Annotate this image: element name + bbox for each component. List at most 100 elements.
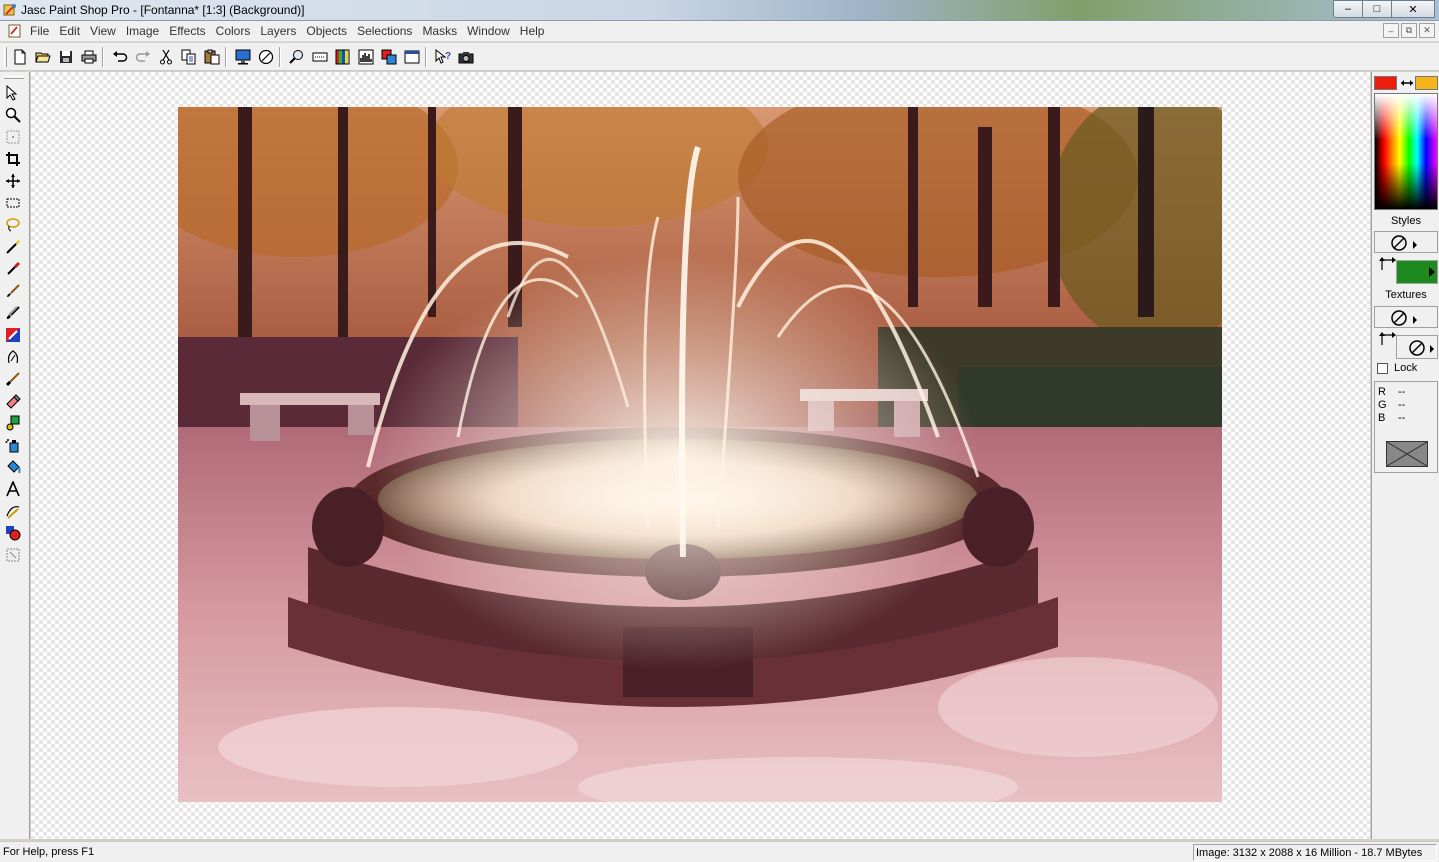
- rgb-row-b: B --: [1378, 412, 1405, 425]
- deform-tool[interactable]: [4, 128, 22, 146]
- background-color-swatch[interactable]: [1415, 76, 1438, 90]
- swap-textures-button[interactable]: [1378, 331, 1396, 347]
- text-tool[interactable]: [4, 480, 22, 498]
- clone-brush-tool[interactable]: [4, 304, 22, 322]
- retouch-icon: [7, 350, 19, 364]
- picture-tube-tool[interactable]: [4, 414, 22, 432]
- eraser-tool[interactable]: [4, 392, 22, 410]
- zoom-tool[interactable]: [4, 106, 22, 124]
- main-toolbar: ?: [0, 43, 1439, 71]
- menu-image[interactable]: Image: [126, 24, 167, 38]
- menu-layers[interactable]: Layers: [260, 24, 304, 38]
- preset-shapes-tool[interactable]: [4, 524, 22, 542]
- styles-label: Styles: [1391, 215, 1421, 227]
- airbrush-tool[interactable]: [4, 436, 22, 454]
- swap-corner-icon: [1379, 332, 1396, 345]
- color-picker-spectrum[interactable]: [1374, 93, 1438, 210]
- svg-text:?: ?: [445, 51, 451, 62]
- close-button[interactable]: ✕: [1391, 0, 1435, 18]
- menu-masks[interactable]: Masks: [422, 24, 465, 38]
- foreground-style-button[interactable]: [1374, 231, 1438, 253]
- background-texture-button[interactable]: [1396, 335, 1438, 359]
- menu-selections[interactable]: Selections: [357, 24, 420, 38]
- draw-icon: [6, 506, 20, 519]
- help-button[interactable]: ?: [433, 47, 453, 67]
- fountain-photo[interactable]: [178, 107, 1222, 802]
- paste-button[interactable]: [202, 47, 222, 67]
- menu-effects[interactable]: Effects: [169, 24, 213, 38]
- full-screen-preview-icon: [235, 49, 251, 65]
- channel-label: R: [1378, 386, 1386, 398]
- magic-wand-tool[interactable]: [4, 238, 22, 256]
- draw-tool[interactable]: [4, 502, 22, 520]
- print-icon: [81, 50, 97, 64]
- picture-tube-icon: [6, 415, 20, 431]
- color-palette-button[interactable]: [333, 47, 353, 67]
- lock-checkbox[interactable]: [1377, 363, 1388, 374]
- save-button[interactable]: [56, 47, 76, 67]
- print-button[interactable]: [79, 47, 99, 67]
- swap-styles-button[interactable]: [1378, 256, 1396, 272]
- foreground-color-swatch[interactable]: [1374, 76, 1397, 90]
- no-color-icon: [1387, 442, 1427, 466]
- normal-viewing-button[interactable]: [256, 47, 276, 67]
- crop-tool[interactable]: [4, 150, 22, 168]
- menu-objects[interactable]: Objects: [306, 24, 355, 38]
- toolbar-grip[interactable]: [4, 47, 7, 67]
- tool-options-button[interactable]: [402, 47, 422, 67]
- current-color-preview: [1386, 441, 1428, 467]
- menu-edit[interactable]: Edit: [59, 24, 88, 38]
- mover-tool[interactable]: [4, 172, 22, 190]
- toolbar-button[interactable]: [310, 47, 330, 67]
- menu-colors[interactable]: Colors: [216, 24, 259, 38]
- menu-help[interactable]: Help: [520, 24, 553, 38]
- camera-button[interactable]: [456, 47, 476, 67]
- maximize-button[interactable]: □: [1362, 0, 1392, 18]
- redo-button[interactable]: [133, 47, 153, 67]
- undo-icon: [113, 51, 128, 62]
- scratch-remover-icon: [5, 372, 20, 387]
- histogram-button[interactable]: [356, 47, 376, 67]
- menu-window[interactable]: Window: [467, 24, 518, 38]
- copy-button[interactable]: [179, 47, 199, 67]
- undo-button[interactable]: [110, 47, 130, 67]
- document-minimize-button[interactable]: –: [1383, 23, 1399, 38]
- color-replacer-tool[interactable]: [4, 326, 22, 344]
- scratch-remover-tool[interactable]: [4, 370, 22, 388]
- freehand-tool[interactable]: [4, 216, 22, 234]
- open-button[interactable]: [33, 47, 53, 67]
- channel-label: B: [1378, 412, 1386, 424]
- swap-colors-button[interactable]: [1399, 76, 1415, 90]
- foreground-texture-button[interactable]: [1374, 306, 1438, 328]
- document-close-button[interactable]: ✕: [1419, 23, 1435, 38]
- document-icon[interactable]: [8, 24, 22, 38]
- dropper-tool[interactable]: [4, 260, 22, 278]
- background-style-button[interactable]: [1396, 260, 1438, 284]
- toolbar-separator: [279, 47, 281, 67]
- object-selector-tool[interactable]: [4, 546, 22, 564]
- arrow-tool[interactable]: [4, 84, 22, 102]
- lock-label: Lock: [1394, 362, 1418, 374]
- menu-file[interactable]: File: [30, 24, 57, 38]
- tool-palette-grip[interactable]: [4, 76, 24, 79]
- retouch-tool[interactable]: [4, 348, 22, 366]
- paste-icon: [204, 49, 220, 65]
- canvas-area[interactable]: [31, 72, 1370, 839]
- menu-view[interactable]: View: [90, 24, 124, 38]
- minimize-button[interactable]: –: [1333, 0, 1363, 18]
- overview-button[interactable]: [287, 47, 307, 67]
- full-screen-preview-button[interactable]: [233, 47, 253, 67]
- paint-brush-tool[interactable]: [4, 282, 22, 300]
- new-button[interactable]: [10, 47, 30, 67]
- document-restore-button[interactable]: ⧉: [1401, 23, 1417, 38]
- help-icon: ?: [435, 49, 451, 64]
- layer-palette-button[interactable]: [379, 47, 399, 67]
- flood-fill-tool[interactable]: [4, 458, 22, 476]
- app-icon[interactable]: [3, 3, 17, 17]
- selection-icon: [6, 198, 20, 208]
- cut-button[interactable]: [156, 47, 176, 67]
- paint-brush-icon: [7, 284, 20, 297]
- tool-palette: [0, 72, 30, 839]
- selection-tool[interactable]: [4, 194, 22, 212]
- text-icon: [6, 481, 20, 497]
